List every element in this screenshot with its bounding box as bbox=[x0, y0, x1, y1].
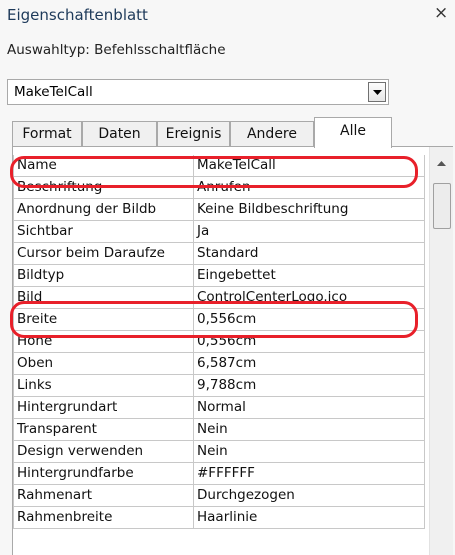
property-row[interactable]: Oben 6,587cm bbox=[13, 353, 425, 375]
panel-title: Eigenschaftenblatt bbox=[7, 6, 148, 24]
property-row[interactable]: Cursor beim Daraufze Standard bbox=[13, 243, 425, 265]
property-value[interactable]: Eingebettet bbox=[194, 265, 425, 287]
property-name: Rahmenbreite bbox=[13, 507, 194, 529]
property-row[interactable]: Breite 0,556cm bbox=[13, 309, 425, 331]
property-value[interactable]: Anrufen bbox=[194, 177, 425, 199]
property-name: Cursor beim Daraufze bbox=[13, 243, 194, 265]
property-value[interactable]: Nein bbox=[194, 441, 425, 463]
property-row[interactable]: Bild ControlCenterLogo.ico bbox=[13, 287, 425, 309]
property-name: Links bbox=[13, 375, 194, 397]
tab-andere[interactable]: Andere bbox=[230, 121, 314, 147]
property-row[interactable]: Höhe 0,556cm bbox=[13, 331, 425, 353]
property-value[interactable]: Nein bbox=[194, 419, 425, 441]
property-row[interactable]: Sichtbar Ja bbox=[13, 221, 425, 243]
property-row[interactable]: Name MakeTelCall bbox=[13, 155, 425, 177]
property-value[interactable]: 0,556cm bbox=[194, 331, 425, 353]
property-sheet-panel: Eigenschaftenblatt × Auswahltyp: Befehls… bbox=[0, 0, 455, 555]
property-value[interactable]: Normal bbox=[194, 397, 425, 419]
property-name: Oben bbox=[13, 353, 194, 375]
property-name: Höhe bbox=[13, 331, 194, 353]
property-value[interactable]: Durchgezogen bbox=[194, 485, 425, 507]
tab-format[interactable]: Format bbox=[12, 121, 82, 147]
scroll-up-arrow-icon[interactable] bbox=[437, 161, 446, 166]
property-name: Hintergrundart bbox=[13, 397, 194, 419]
property-value[interactable]: #FFFFFF bbox=[194, 463, 425, 485]
property-value[interactable]: ControlCenterLogo.ico bbox=[194, 287, 425, 309]
property-value[interactable]: Ja bbox=[194, 221, 425, 243]
property-value[interactable]: Keine Bildbeschriftung bbox=[194, 199, 425, 221]
tab-alle[interactable]: Alle bbox=[314, 117, 392, 148]
property-row[interactable]: Hintergrundart Normal bbox=[13, 397, 425, 419]
object-selector-combo[interactable]: MakeTelCall bbox=[7, 79, 389, 105]
property-name: Bildtyp bbox=[13, 265, 194, 287]
scrollbar-thumb[interactable] bbox=[433, 183, 451, 229]
property-tabs: Format Daten Ereignis Andere Alle bbox=[12, 117, 392, 148]
property-row[interactable]: Design verwenden Nein bbox=[13, 441, 425, 463]
object-selector-value: MakeTelCall bbox=[14, 84, 93, 100]
property-name: Design verwenden bbox=[13, 441, 194, 463]
close-icon[interactable]: × bbox=[434, 3, 448, 23]
property-value[interactable]: MakeTelCall bbox=[194, 155, 425, 177]
property-name: Rahmenart bbox=[13, 485, 194, 507]
property-value[interactable]: Haarlinie bbox=[194, 507, 425, 529]
property-row[interactable]: Hintergrundfarbe #FFFFFF bbox=[13, 463, 425, 485]
property-name: Anordnung der Bildb bbox=[13, 199, 194, 221]
property-row[interactable]: Rahmenart Durchgezogen bbox=[13, 485, 425, 507]
selection-type: Auswahltyp: Befehlsschaltfläche bbox=[7, 42, 226, 58]
chevron-down-icon bbox=[373, 90, 382, 95]
property-name: Bild bbox=[13, 287, 194, 309]
property-grid: Name MakeTelCall Beschriftung Anrufen Anordn… bbox=[13, 155, 425, 529]
property-row[interactable]: Bildtyp Eingebettet bbox=[13, 265, 425, 287]
property-value[interactable]: 0,556cm bbox=[194, 309, 425, 331]
selection-type-value: Befehlsschaltfläche bbox=[94, 42, 226, 58]
property-name: Name bbox=[13, 155, 194, 177]
object-selector-dropdown-button[interactable] bbox=[368, 82, 386, 102]
property-row[interactable]: Links 9,788cm bbox=[13, 375, 425, 397]
property-row[interactable]: Transparent Nein bbox=[13, 419, 425, 441]
property-value[interactable]: Standard bbox=[194, 243, 425, 265]
property-row[interactable]: Rahmenbreite Haarlinie bbox=[13, 507, 425, 529]
property-row[interactable]: Anordnung der Bildb Keine Bildbeschriftun… bbox=[13, 199, 425, 221]
property-value[interactable]: 9,788cm bbox=[194, 375, 425, 397]
vertical-scrollbar[interactable] bbox=[429, 147, 453, 555]
property-row[interactable]: Beschriftung Anrufen bbox=[13, 177, 425, 199]
tab-daten[interactable]: Daten bbox=[82, 121, 157, 147]
property-name: Transparent bbox=[13, 419, 194, 441]
property-name: Breite bbox=[13, 309, 194, 331]
tab-ereignis[interactable]: Ereignis bbox=[157, 121, 230, 147]
property-grid-frame: Name MakeTelCall Beschriftung Anrufen Anordn… bbox=[12, 146, 453, 555]
property-name: Beschriftung bbox=[13, 177, 194, 199]
property-value[interactable]: 6,587cm bbox=[194, 353, 425, 375]
property-name: Sichtbar bbox=[13, 221, 194, 243]
property-name: Hintergrundfarbe bbox=[13, 463, 194, 485]
selection-type-label: Auswahltyp: bbox=[7, 42, 90, 58]
